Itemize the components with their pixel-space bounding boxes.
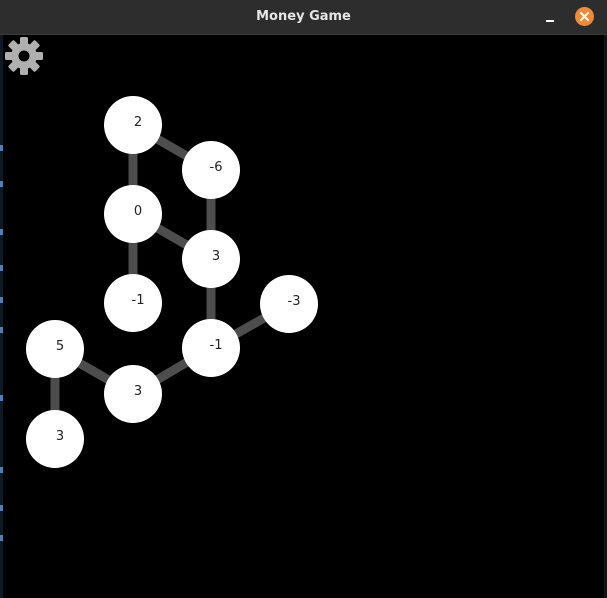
graph-node[interactable]: 3 xyxy=(104,365,162,423)
graph-node[interactable]: -3 xyxy=(260,275,318,333)
graph-node[interactable]: 5 xyxy=(26,320,84,378)
node-value: 3 xyxy=(134,384,142,399)
node-value: -6 xyxy=(210,160,223,175)
graph-node[interactable]: -1 xyxy=(182,319,240,377)
edge-layer xyxy=(50,121,292,439)
graph-node[interactable]: 0 xyxy=(104,185,162,243)
graph-node[interactable]: -1 xyxy=(104,274,162,332)
node-value: 2 xyxy=(134,115,142,130)
graph-node[interactable]: 3 xyxy=(182,230,240,288)
graph-node[interactable]: 2 xyxy=(104,96,162,154)
game-window: Money Game 2 -6 0 3 -1 -3 5 -1 3 3 xyxy=(0,0,607,598)
node-value: -3 xyxy=(288,294,301,309)
node-value: 0 xyxy=(134,204,142,219)
money-graph: 2 -6 0 3 -1 -3 5 -1 3 3 xyxy=(26,96,318,468)
node-value: 5 xyxy=(56,339,64,354)
node-value: -1 xyxy=(210,338,223,353)
node-value: 3 xyxy=(56,429,64,444)
node-value: 3 xyxy=(212,249,220,264)
node-value: -1 xyxy=(132,293,145,308)
graph-node[interactable]: -6 xyxy=(182,141,240,199)
graph-node[interactable]: 3 xyxy=(26,410,84,468)
